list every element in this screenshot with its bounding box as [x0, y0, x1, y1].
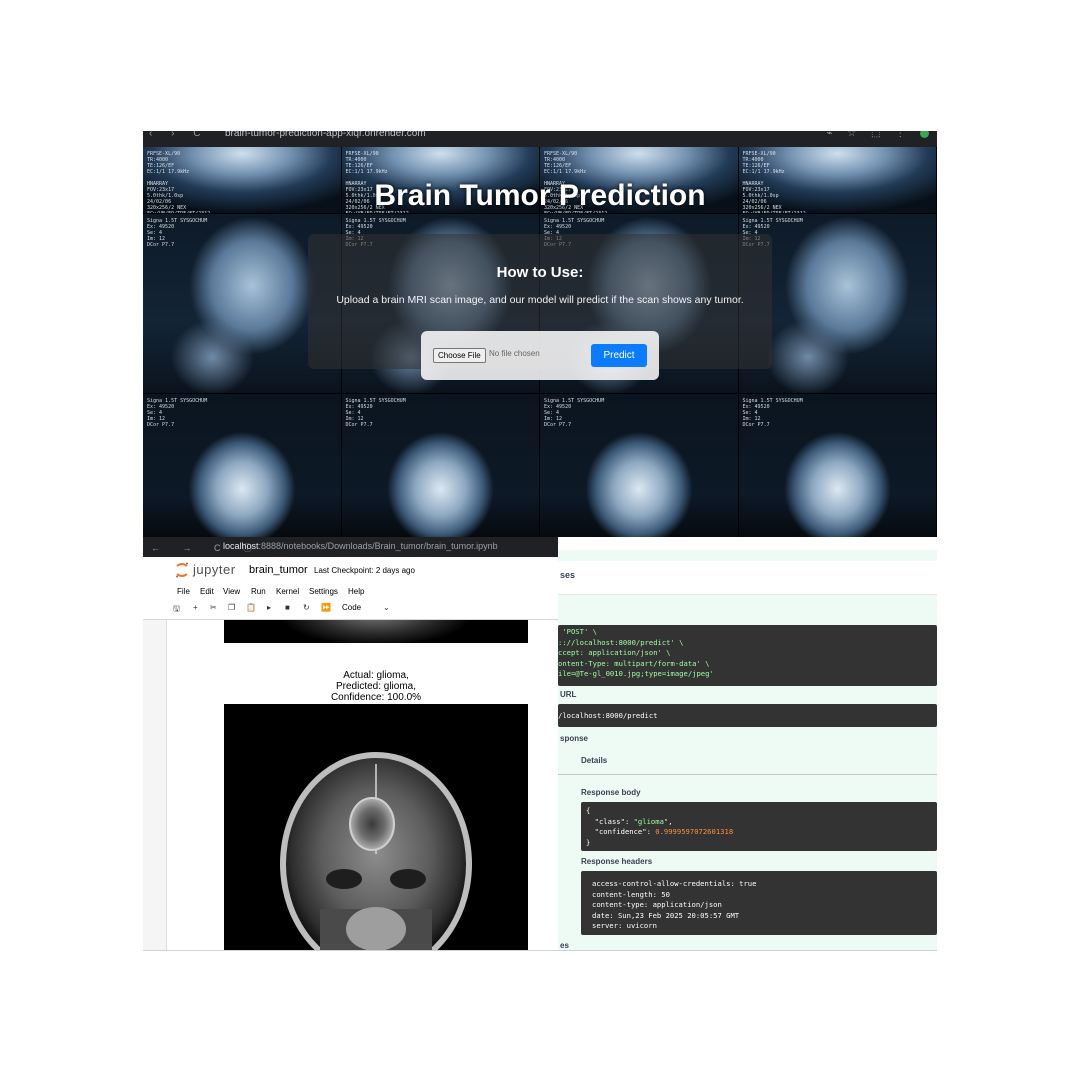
how-to-use-description: Upload a brain MRI scan image, and our m… — [336, 294, 744, 306]
scan-overlay-text: Signa 1.5T SYSGOCHUM Ex: 49520 Se: 4 Im:… — [345, 398, 406, 428]
json-key-class: "class" — [594, 816, 625, 826]
menu-kernel[interactable]: Kernel — [276, 587, 299, 596]
request-url-block: /localhost:8000/predict — [558, 704, 937, 727]
request-url-label: URL — [560, 690, 577, 699]
cut-icon[interactable]: ✂ — [210, 603, 217, 612]
details-column-header: Details — [581, 756, 608, 765]
response-body-label: Response body — [581, 788, 641, 797]
browser-action-icons[interactable]: ⌁ ☆ ⬚ ⋮ — [826, 131, 929, 139]
curl-line: ile=@Te-gl_0010.jpg;type=image/jpeg' — [558, 669, 714, 678]
jupyter-logo-text: jupyter — [193, 562, 236, 577]
fast-forward-icon[interactable]: ⏩ — [321, 603, 331, 612]
mri-coronal-tile: Signa 1.5T SYSGOCHUM Ex: 49520 Se: 4 Im:… — [540, 394, 739, 541]
mri-output-image — [224, 704, 528, 951]
profile-avatar-icon[interactable] — [920, 131, 929, 138]
coronal-mri-scan — [280, 752, 472, 951]
swagger-api-docs: ses 'POST' \ :://localhost:8000/predict'… — [558, 537, 937, 951]
header-line: server: uvicorn — [592, 921, 657, 930]
bottom-divider — [143, 950, 937, 951]
curl-line: :://localhost:8000/predict' \ — [558, 637, 684, 647]
response-headers-block: access-control-allow-credentials: true c… — [581, 871, 937, 935]
header-line: date: Sun,23 Feb 2025 20:05:57 GMT — [592, 910, 740, 920]
json-close-brace: } — [586, 837, 591, 847]
responses-heading: ses — [560, 570, 576, 580]
server-response-label: sponse — [560, 734, 589, 743]
curl-command-block: 'POST' \ :://localhost:8000/predict' \ c… — [558, 625, 937, 686]
menu-help[interactable]: Help — [348, 587, 364, 596]
json-key-confidence: "confidence" — [594, 827, 647, 836]
output-confidence-label: Confidence: 100.0% — [330, 692, 422, 703]
output-actual-label: Actual: glioma, — [343, 670, 409, 681]
url-path: :8888/notebooks/Downloads/Brain_tumor/br… — [258, 541, 498, 551]
jupyter-notebook-window: ← → C ⓘ localhost:8888/notebooks/Downloa… — [143, 537, 558, 951]
brain-tumor-webapp: ‹ › C brain-tumor-prediction-app-xiqr.on… — [143, 131, 937, 541]
request-url-value: /localhost:8000/predict — [558, 711, 658, 720]
scan-overlay-text: Signa 1.5T SYSGOCHUM Ex: 49520 Se: 4 Im:… — [742, 398, 803, 428]
jupyter-logo-icon — [176, 562, 188, 578]
responses-footer-label: es — [560, 941, 569, 950]
header-line: access-control-allow-credentials: true — [592, 879, 757, 888]
chevron-down-icon[interactable]: ⌄ — [383, 603, 390, 612]
jupyter-toolbar: 🖫 + ✂ ❐ 📋 ▸ ■ ↻ ⏩ Code ⌄ — [143, 601, 558, 620]
browser-toolbar: ← → C ⓘ localhost:8888/notebooks/Downloa… — [143, 537, 558, 557]
curl-line: 'POST' \ — [558, 627, 597, 636]
predict-button[interactable]: Predict — [591, 344, 647, 367]
restart-icon[interactable]: ↻ — [303, 603, 310, 612]
notebook-name[interactable]: brain_tumor — [249, 564, 308, 576]
copy-icon[interactable]: ❐ — [228, 603, 235, 612]
upload-form: Choose File No file chosen Predict — [421, 331, 659, 380]
previous-output-image — [224, 620, 528, 643]
menu-run[interactable]: Run — [251, 587, 266, 596]
details-divider — [558, 774, 937, 775]
address-bar[interactable]: brain-tumor-prediction-app-xiqr.onrender… — [225, 131, 426, 139]
menu-settings[interactable]: Settings — [309, 587, 338, 596]
json-open-brace: { — [586, 806, 591, 815]
output-predicted-label: Predicted: glioma, — [335, 681, 417, 692]
browser-extension-icons[interactable]: ⌁ ☆ ⬚ ⋮ — [826, 131, 911, 139]
response-headers-label: Response headers — [581, 857, 653, 866]
responses-section-header: ses — [558, 561, 937, 595]
json-value-confidence: 0.9999597072601318 — [655, 827, 734, 836]
response-body-block: { "class": "glioma", "confidence": 0.999… — [581, 802, 937, 851]
cell-gutter — [143, 620, 167, 951]
how-to-use-heading: How to Use: — [496, 264, 584, 281]
scan-overlay-text: Signa 1.5T SYSGOCHUM Ex: 49520 Se: 4 Im:… — [147, 398, 208, 428]
cell-type-select[interactable]: Code — [342, 603, 361, 612]
mri-coronal-tile: Signa 1.5T SYSGOCHUM Ex: 49520 Se: 4 Im:… — [143, 394, 342, 541]
choose-file-button[interactable]: Choose File — [433, 348, 486, 363]
jupyter-menu-bar: File Edit View Run Kernel Settings Help — [143, 587, 558, 601]
run-icon[interactable]: ▸ — [267, 603, 271, 612]
scan-overlay-text: Signa 1.5T SYSGOCHUM Ex: 49520 Se: 4 Im:… — [147, 218, 208, 248]
menu-edit[interactable]: Edit — [200, 587, 214, 596]
curl-line: ontent-Type: multipart/form-data' \ — [558, 658, 710, 668]
stop-icon[interactable]: ■ — [285, 603, 290, 612]
menu-file[interactable]: File — [177, 587, 190, 596]
browser-toolbar: ‹ › C brain-tumor-prediction-app-xiqr.on… — [143, 131, 937, 147]
api-top-strip — [558, 537, 937, 550]
json-value-class: "glioma" — [633, 816, 669, 826]
mri-coronal-tile: Signa 1.5T SYSGOCHUM Ex: 49520 Se: 4 Im:… — [341, 394, 540, 541]
curl-line: ccept: application/json' \ — [558, 648, 671, 657]
url-host: localhost — [223, 541, 259, 551]
file-status-text: No file chosen — [489, 349, 540, 358]
save-icon[interactable]: 🖫 — [173, 603, 180, 617]
header-line: content-length: 50 — [592, 889, 670, 899]
paste-icon[interactable]: 📋 — [246, 603, 256, 612]
jupyter-header: jupyter brain_tumor Last Checkpoint: 2 d… — [143, 557, 558, 584]
browser-nav-icons[interactable]: ‹ › C — [149, 131, 208, 139]
plus-icon[interactable]: + — [193, 603, 198, 612]
scan-overlay-text: Signa 1.5T SYSGOCHUM Ex: 49520 Se: 4 Im:… — [544, 398, 605, 428]
page-title: Brain Tumor Prediction — [374, 179, 706, 212]
header-line: content-type: application/json — [592, 900, 722, 909]
checkpoint-status: Last Checkpoint: 2 days ago — [314, 566, 415, 575]
menu-view[interactable]: View — [223, 587, 240, 596]
address-bar[interactable]: localhost:8888/notebooks/Downloads/Brain… — [223, 541, 498, 551]
mri-coronal-tile: Signa 1.5T SYSGOCHUM Ex: 49520 Se: 4 Im:… — [738, 394, 937, 541]
